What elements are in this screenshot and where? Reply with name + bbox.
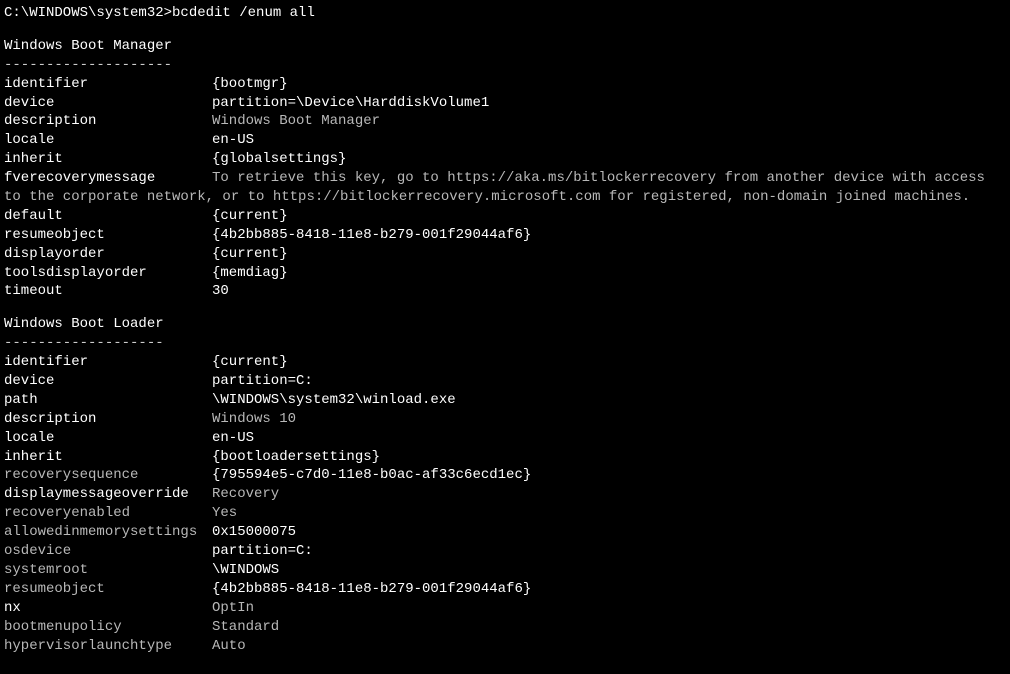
property-row: identifier{bootmgr} [4,75,1006,94]
property-key: description [4,410,212,429]
property-key: path [4,391,212,410]
property-row: fverecoverymessageTo retrieve this key, … [4,169,1006,207]
property-row: displayorder{current} [4,245,1006,264]
property-key: displayorder [4,245,212,264]
property-row: osdevicepartition=C: [4,542,1006,561]
property-row: resumeobject{4b2bb885-8418-11e8-b279-001… [4,580,1006,599]
property-value: {memdiag} [212,264,1006,283]
property-value: 0x15000075 [212,523,1006,542]
section-divider: ------------------- [4,334,1006,353]
property-key: displaymessageoverride [4,485,212,504]
property-value: {4b2bb885-8418-11e8-b279-001f29044af6} [212,226,1006,245]
property-value: {current} [212,353,1006,372]
section-title: Windows Boot Manager [4,37,1006,56]
property-value: Yes [212,504,1006,523]
property-value: {bootloadersettings} [212,448,1006,467]
property-key: timeout [4,282,212,301]
property-row: localeen-US [4,429,1006,448]
property-key: fverecoverymessage [4,169,212,188]
property-value: partition=C: [212,542,1006,561]
property-key: resumeobject [4,226,212,245]
command-prompt-line: C:\WINDOWS\system32>bcdedit /enum all [4,4,1006,23]
property-key: nx [4,599,212,618]
property-row: devicepartition=\Device\HarddiskVolume1 [4,94,1006,113]
property-row: bootmenupolicyStandard [4,618,1006,637]
property-row: inherit{globalsettings} [4,150,1006,169]
property-value: Auto [212,637,1006,656]
property-value: \WINDOWS\system32\winload.exe [212,391,1006,410]
section-title: Windows Boot Loader [4,315,1006,334]
property-value: partition=\Device\HarddiskVolume1 [212,94,1006,113]
property-row: toolsdisplayorder{memdiag} [4,264,1006,283]
property-value: {bootmgr} [212,75,1006,94]
property-row: resumeobject{4b2bb885-8418-11e8-b279-001… [4,226,1006,245]
property-key: default [4,207,212,226]
property-value: OptIn [212,599,1006,618]
section-divider: -------------------- [4,56,1006,75]
property-value: Windows Boot Manager [212,112,1006,131]
output-section: Windows Boot Loader-------------------id… [4,315,1006,655]
property-key: hypervisorlaunchtype [4,637,212,656]
property-key: resumeobject [4,580,212,599]
property-key: recoveryenabled [4,504,212,523]
property-row: descriptionWindows Boot Manager [4,112,1006,131]
property-value: {globalsettings} [212,150,1006,169]
property-row: default{current} [4,207,1006,226]
output-section: Windows Boot Manager--------------------… [4,37,1006,301]
property-value: Standard [212,618,1006,637]
property-key: bootmenupolicy [4,618,212,637]
property-row: devicepartition=C: [4,372,1006,391]
property-key: device [4,372,212,391]
terminal-output[interactable]: C:\WINDOWS\system32>bcdedit /enum all Win… [4,4,1006,655]
property-row: identifier{current} [4,353,1006,372]
property-value: en-US [212,429,1006,448]
property-key: locale [4,429,212,448]
property-row: descriptionWindows 10 [4,410,1006,429]
property-row: inherit{bootloadersettings} [4,448,1006,467]
property-key: identifier [4,75,212,94]
property-key: toolsdisplayorder [4,264,212,283]
property-row: nxOptIn [4,599,1006,618]
property-row: recoveryenabledYes [4,504,1006,523]
property-row: timeout30 [4,282,1006,301]
property-value: Windows 10 [212,410,1006,429]
property-row: recoverysequence{795594e5-c7d0-11e8-b0ac… [4,466,1006,485]
property-value: {795594e5-c7d0-11e8-b0ac-af33c6ecd1ec} [212,466,1006,485]
property-value: {current} [212,207,1006,226]
property-row: systemroot\WINDOWS [4,561,1006,580]
property-row: path\WINDOWS\system32\winload.exe [4,391,1006,410]
property-key: recoverysequence [4,466,212,485]
property-value: {current} [212,245,1006,264]
property-key: identifier [4,353,212,372]
property-value: Recovery [212,485,1006,504]
property-row: localeen-US [4,131,1006,150]
property-value: en-US [212,131,1006,150]
property-row: hypervisorlaunchtypeAuto [4,637,1006,656]
property-row: allowedinmemorysettings0x15000075 [4,523,1006,542]
property-value: 30 [212,282,1006,301]
property-key: inherit [4,150,212,169]
property-value: \WINDOWS [212,561,1006,580]
property-key: osdevice [4,542,212,561]
property-value: {4b2bb885-8418-11e8-b279-001f29044af6} [212,580,1006,599]
property-key: description [4,112,212,131]
property-key: systemroot [4,561,212,580]
property-key: locale [4,131,212,150]
property-key: device [4,94,212,113]
property-key: inherit [4,448,212,467]
property-key: allowedinmemorysettings [4,523,212,542]
property-row: displaymessageoverrideRecovery [4,485,1006,504]
property-value: partition=C: [212,372,1006,391]
